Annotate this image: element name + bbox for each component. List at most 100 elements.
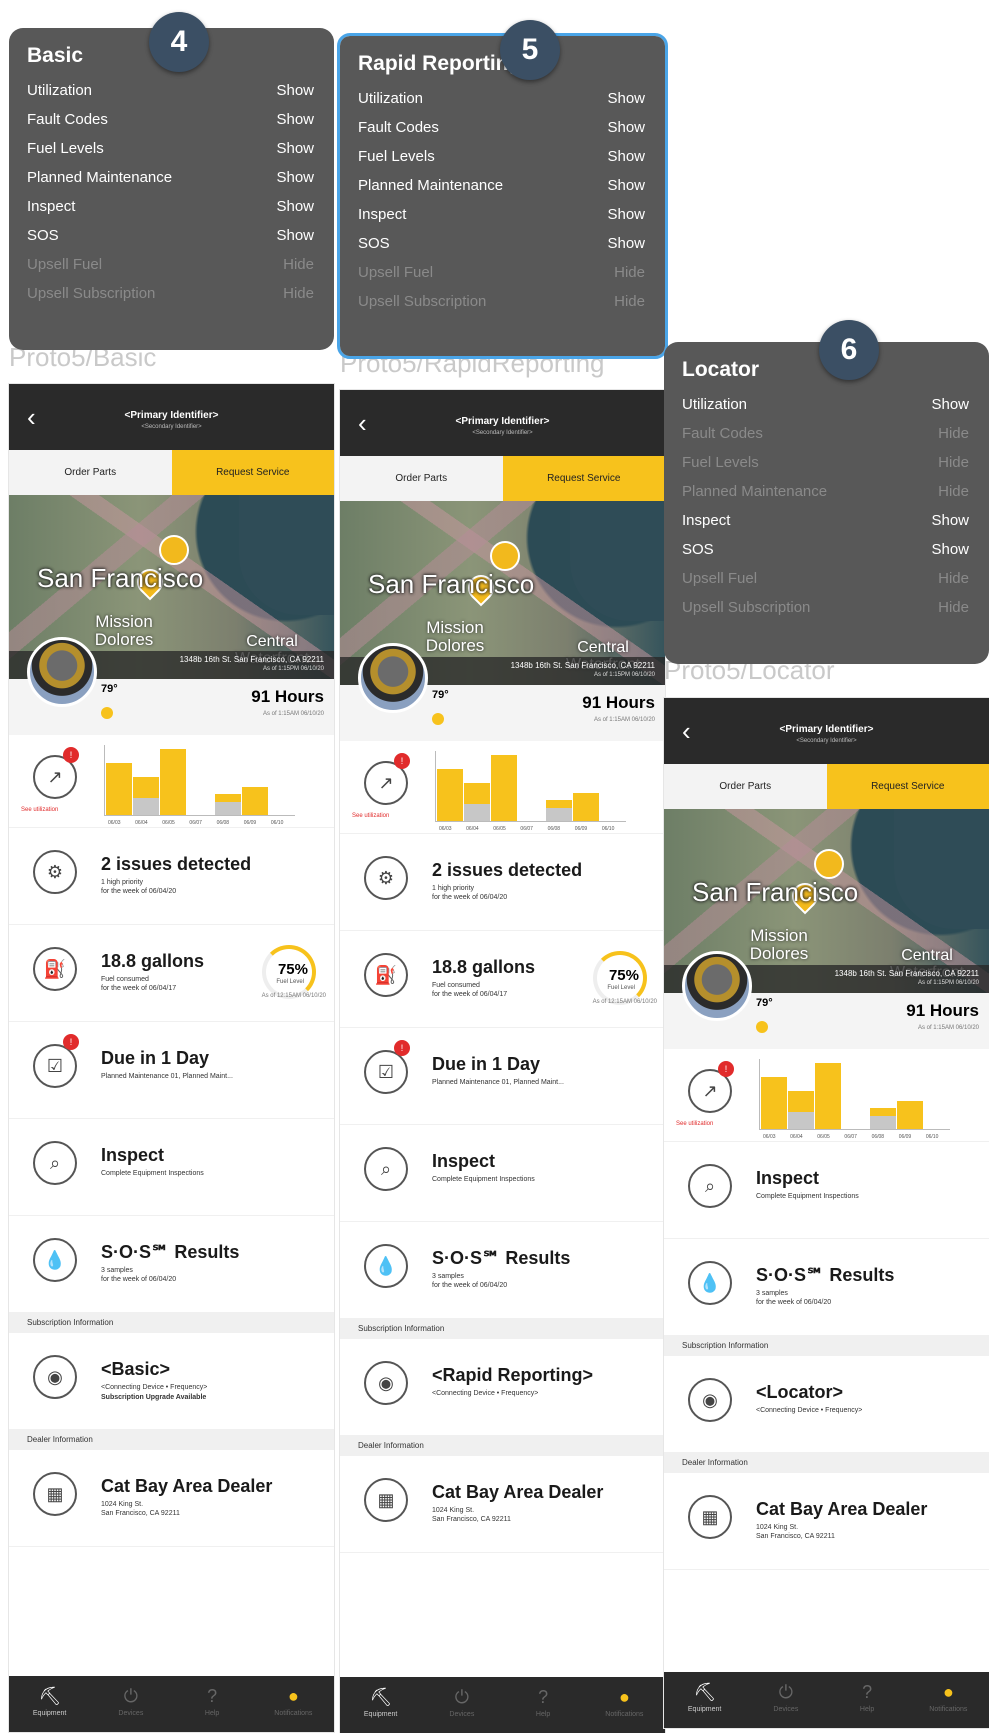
feature-state: Show: [931, 512, 969, 529]
fuel-row[interactable]: ⛽ 18.8 gallons Fuel consumed for the week…: [340, 931, 665, 1028]
fault-codes-row[interactable]: ⚙ 2 issues detected 1 high priority for t…: [340, 834, 665, 931]
device-icon: ⏻: [778, 1682, 793, 1702]
subscription-row[interactable]: ◉ <Basic> <Connecting Device • Frequency…: [9, 1333, 334, 1430]
nav-devices[interactable]: ⏻ Devices: [421, 1677, 502, 1733]
order-parts-button[interactable]: Order Parts: [340, 456, 503, 501]
subscription-row[interactable]: ◉ <Rapid Reporting> <Connecting Device •…: [340, 1339, 665, 1436]
help-icon: ?: [207, 1686, 218, 1706]
magnifier-icon: ⌕: [364, 1147, 408, 1191]
excavator-icon: ⛏: [693, 1682, 717, 1702]
step-number-badge: 6: [819, 320, 879, 380]
request-service-button[interactable]: Request Service: [502, 456, 665, 501]
utilization-row[interactable]: ↗ ! See utilization 06/03 06/04 06/05 06/07…: [340, 741, 665, 834]
utilization-link[interactable]: See utilization: [352, 813, 389, 819]
order-parts-button[interactable]: Order Parts: [664, 764, 827, 809]
dealer-section-header: Dealer Information: [664, 1453, 989, 1473]
utilization-link[interactable]: See utilization: [676, 1121, 713, 1127]
subscription-row[interactable]: ◉ <Locator> <Connecting Device • Frequen…: [664, 1356, 989, 1453]
dealer-row[interactable]: ▦ Cat Bay Area Dealer 1024 King St. San F…: [9, 1450, 334, 1547]
fault-codes-row[interactable]: ⚙ 2 issues detected 1 high priority for t…: [9, 828, 334, 925]
nav-label: Devices: [449, 1711, 475, 1718]
sos-row[interactable]: 💧 S·O·S℠ Results 3 samples for the week o…: [664, 1239, 989, 1336]
nav-help[interactable]: ? Help: [827, 1672, 908, 1728]
sos-row[interactable]: 💧 S·O·S℠ Results 3 samples for the week o…: [9, 1216, 334, 1313]
map-pin-icon[interactable]: [490, 541, 520, 571]
utilization-date-label: 06/08: [547, 826, 561, 832]
inspect-row[interactable]: ⌕ Inspect Complete Equipment Inspections: [340, 1125, 665, 1222]
sos-line1: 3 samples: [756, 1290, 788, 1297]
utilization-bar-secondary: [464, 803, 491, 821]
feature-state: Show: [607, 206, 645, 223]
utilization-date-label: 06/10: [925, 1134, 939, 1140]
help-icon: ?: [538, 1687, 549, 1707]
utilization-row[interactable]: ↗ ! See utilization 06/03 06/04 06/05 06/07…: [9, 735, 334, 828]
sos-line2: for the week of 06/04/20: [756, 1299, 832, 1306]
utilization-bar: [160, 748, 187, 815]
nav-notifications[interactable]: ● Notifications: [253, 1676, 334, 1732]
fuel-line1: Fuel consumed: [432, 982, 480, 989]
subscription-upgrade[interactable]: Subscription Upgrade Available: [101, 1393, 206, 1402]
feature-name: Fuel Levels: [682, 454, 759, 471]
utilization-chart: 06/03 06/04 06/05 06/07 06/08 06/09 06/10: [435, 751, 626, 832]
bell-icon: ●: [287, 1686, 299, 1706]
feature-row: Fuel Levels Show: [358, 142, 645, 171]
equipment-avatar: [358, 643, 428, 713]
utilization-bar: [896, 1101, 923, 1129]
excavator-icon: ⛏: [38, 1686, 62, 1706]
inspect-row[interactable]: ⌕ Inspect Complete Equipment Inspections: [9, 1119, 334, 1216]
map-pin-icon[interactable]: [814, 849, 844, 879]
alert-badge-icon: !: [63, 1034, 79, 1050]
dealer-row[interactable]: ▦ Cat Bay Area Dealer 1024 King St. San F…: [340, 1456, 665, 1553]
feature-state: Hide: [938, 454, 969, 471]
sos-row[interactable]: 💧 S·O·S℠ Results 3 samples for the week o…: [340, 1222, 665, 1319]
issues-line2: for the week of 06/04/20: [101, 888, 177, 895]
inspect-row[interactable]: ⌕ Inspect Complete Equipment Inspections: [664, 1142, 989, 1239]
equipment-avatar: [27, 637, 97, 707]
engine-icon: ⚙: [33, 850, 77, 894]
feature-name: Inspect: [682, 512, 731, 529]
hours-timestamp: As of 1:15AM 06/10/20: [917, 1025, 979, 1031]
maintenance-row[interactable]: ☑ ! Due in 1 Day Planned Maintenance 01,…: [9, 1022, 334, 1119]
nav-help[interactable]: ? Help: [503, 1677, 584, 1733]
map-water: [570, 501, 665, 621]
utilization-row[interactable]: ↗ ! See utilization 06/03 06/04 06/05 06/07…: [664, 1049, 989, 1142]
map-city-label: San Francisco: [368, 569, 535, 599]
nav-notifications[interactable]: ● Notifications: [908, 1672, 989, 1728]
fuel-row[interactable]: ⛽ 18.8 gallons Fuel consumed for the week…: [9, 925, 334, 1022]
feature-state: Show: [276, 111, 314, 128]
row-title: 2 issues detected: [101, 854, 252, 874]
phone-screen: ‹ <Primary Identifier> <Secondary Identi…: [664, 698, 989, 1728]
nav-notifications[interactable]: ● Notifications: [584, 1677, 665, 1733]
step-number-badge: 4: [149, 12, 209, 72]
feature-popup: Locator Utilization Show Fault Codes Hide …: [664, 342, 989, 664]
feature-state: Hide: [938, 483, 969, 500]
utilization-date-label: 06/08: [216, 820, 230, 826]
dealer-line1: 1024 King St.: [101, 1501, 144, 1508]
dealer-row[interactable]: ▦ Cat Bay Area Dealer 1024 King St. San F…: [664, 1473, 989, 1570]
nav-devices[interactable]: ⏻ Devices: [745, 1672, 826, 1728]
feature-state: Show: [607, 177, 645, 194]
nav-help[interactable]: ? Help: [172, 1676, 253, 1732]
row-title: Due in 1 Day: [101, 1048, 210, 1068]
nav-label: Devices: [118, 1710, 144, 1717]
utilization-chart: 06/03 06/04 06/05 06/07 06/08 06/09 06/10: [104, 745, 295, 826]
order-parts-button[interactable]: Order Parts: [9, 450, 172, 495]
request-service-button[interactable]: Request Service: [826, 764, 989, 809]
utilization-date-label: 06/07: [189, 820, 202, 826]
request-service-button[interactable]: Request Service: [171, 450, 334, 495]
feature-row: Inspect Show: [358, 200, 645, 229]
nav-equipment[interactable]: ⛏ Equipment: [9, 1676, 90, 1732]
map-pin-icon[interactable]: [159, 535, 189, 565]
utilization-link[interactable]: See utilization: [21, 807, 58, 813]
maintenance-row[interactable]: ☑ ! Due in 1 Day Planned Maintenance 01,…: [340, 1028, 665, 1125]
feature-name: SOS: [682, 541, 714, 558]
feature-state: Show: [276, 169, 314, 186]
nav-equipment[interactable]: ⛏ Equipment: [340, 1677, 421, 1733]
feature-state: Hide: [938, 599, 969, 616]
feature-name: Planned Maintenance: [27, 169, 173, 186]
map-neighborhood-label: Mission Dolores: [749, 926, 809, 963]
row-title: S·O·S℠ Results: [432, 1248, 571, 1268]
utilization-date-label: 06/05: [817, 1134, 830, 1140]
nav-equipment[interactable]: ⛏ Equipment: [664, 1672, 745, 1728]
nav-devices[interactable]: ⏻ Devices: [90, 1676, 171, 1732]
